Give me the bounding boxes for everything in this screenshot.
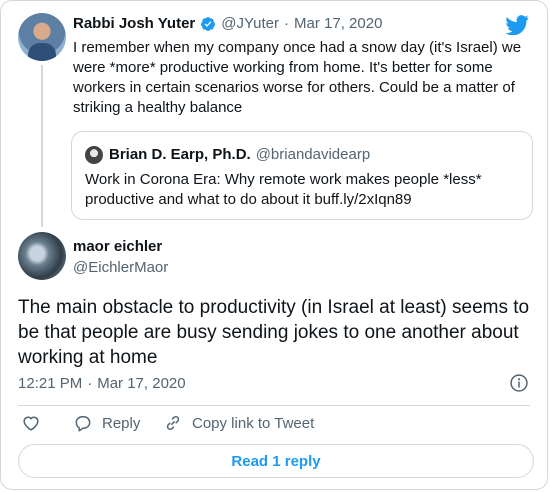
link-icon — [166, 416, 180, 430]
parent-tweet-text: I remember when my company once had a sn… — [73, 39, 522, 116]
parent-author-handle[interactable]: @JYuter — [221, 15, 279, 32]
quoted-tweet-text: Work in Corona Era: Why remote work make… — [85, 171, 482, 208]
main-author-name[interactable]: maor eichler — [73, 238, 162, 255]
quoted-author-avatar — [85, 146, 103, 164]
read-replies-button[interactable]: Read 1 reply — [18, 444, 534, 478]
copy-link-button[interactable]: Copy link to Tweet — [163, 413, 314, 433]
reply-button[interactable]: Reply — [73, 413, 140, 433]
tweet-date[interactable]: Mar 17, 2020 — [97, 375, 185, 392]
main-author-avatar[interactable] — [18, 232, 66, 280]
reply-label: Reply — [102, 414, 141, 432]
timestamp-separator: · — [87, 375, 93, 392]
header-separator: · — [284, 15, 290, 32]
parent-tweet-date[interactable]: Mar 17, 2020 — [294, 15, 382, 32]
thread-connector-line — [41, 65, 43, 227]
speech-bubble-icon — [75, 416, 91, 432]
twitter-bird-icon[interactable] — [505, 15, 529, 35]
main-tweet-text: The main obstacle to productivity (in Is… — [18, 297, 530, 368]
tweet-timestamp[interactable]: 12:21 PM · Mar 17, 2020 — [18, 375, 186, 392]
parent-author-avatar[interactable] — [18, 13, 66, 61]
parent-tweet-header: Rabbi Josh Yuter @JYuter · Mar 17, 2020 — [73, 15, 382, 32]
quoted-tweet-header: Brian D. Earp, Ph.D. @briandavidearp — [109, 146, 370, 163]
main-author-handle[interactable]: @EichlerMaor — [73, 259, 168, 276]
quoted-author-handle: @briandavidearp — [255, 146, 371, 163]
quoted-author-name: Brian D. Earp, Ph.D. — [109, 146, 251, 163]
heart-icon — [23, 416, 39, 431]
like-button[interactable] — [21, 413, 41, 433]
tweet-time[interactable]: 12:21 PM — [18, 375, 82, 392]
parent-author-name[interactable]: Rabbi Josh Yuter — [73, 15, 195, 32]
verified-badge-icon — [201, 16, 216, 31]
quoted-tweet[interactable]: Brian D. Earp, Ph.D. @briandavidearp Wor… — [71, 131, 533, 220]
info-icon[interactable] — [509, 373, 529, 393]
tweet-embed-card: Rabbi Josh Yuter @JYuter · Mar 17, 2020 … — [0, 0, 548, 490]
copy-link-label: Copy link to Tweet — [192, 414, 315, 432]
actions-divider — [18, 405, 530, 406]
